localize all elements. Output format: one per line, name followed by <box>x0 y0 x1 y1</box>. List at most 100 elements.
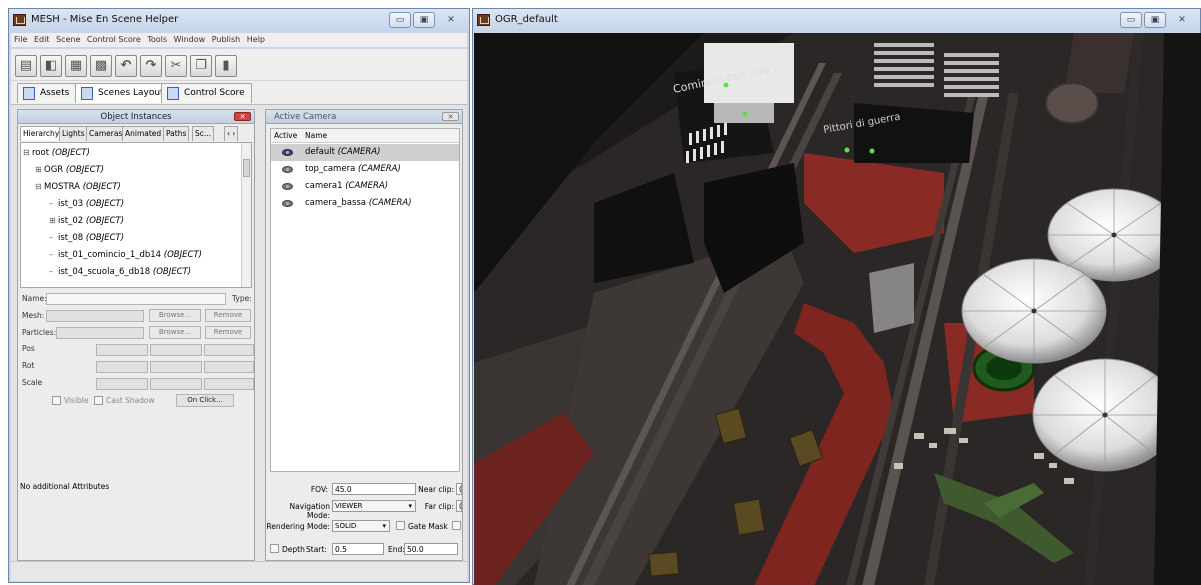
active-camera-panel: Active Camera ✕ Active Name default (CAM… <box>265 109 463 561</box>
name-field[interactable] <box>46 293 226 305</box>
particles-remove-button[interactable]: Remove <box>205 326 251 339</box>
3d-scene[interactable]: Comincio con loro Pittori di guerra <box>474 33 1201 585</box>
menu-publish[interactable]: Publish <box>212 35 241 44</box>
scale-z-field[interactable] <box>204 378 254 390</box>
gate-mask-checkbox[interactable] <box>396 521 405 530</box>
new-scene-button[interactable]: ▤ <box>15 55 37 77</box>
tree-node-ist-08[interactable]: – ist_08 (OBJECT) <box>49 229 124 246</box>
scale-x-field[interactable] <box>96 378 148 390</box>
rendering-mode-value: SOLID <box>335 522 357 530</box>
gate-mask-label: Gate Mask <box>408 522 448 531</box>
far-clip-input[interactable]: 0 <box>456 500 462 512</box>
on-click-button[interactable]: On Click... <box>176 394 234 407</box>
pos-z-field[interactable] <box>204 344 254 356</box>
mesh-field[interactable] <box>46 310 144 322</box>
subtab-paths[interactable]: Paths <box>163 126 190 141</box>
rendering-mode-select[interactable]: SOLID ▾ <box>332 520 390 532</box>
viewport-minimize-button[interactable]: ▭ <box>1120 12 1142 28</box>
near-clip-label: Near clip: <box>418 485 454 494</box>
tree-scrollbar[interactable] <box>241 143 251 287</box>
viewport-maximize-button[interactable]: ▣ <box>1144 12 1166 28</box>
depth-start-input[interactable]: 0.5 <box>332 543 384 555</box>
tree-node-mostra[interactable]: ⊟ MOSTRA (OBJECT) <box>35 178 121 195</box>
menu-scene[interactable]: Scene <box>56 35 80 44</box>
rendering-mode-label: Rendering Mode: <box>266 522 330 531</box>
close-button[interactable]: ✕ <box>437 12 465 28</box>
near-clip-input[interactable]: 0 <box>456 483 462 495</box>
menu-control-score[interactable]: Control Score <box>87 35 141 44</box>
column-name: Name <box>305 131 328 140</box>
camera-row-camera1[interactable]: camera1 (CAMERA) <box>271 178 459 195</box>
depth-end-input[interactable]: 50.0 <box>404 543 458 555</box>
close-panel-icon[interactable]: ✕ <box>234 112 251 121</box>
tab-assets[interactable]: Assets <box>17 83 77 103</box>
rot-x-field[interactable] <box>96 361 148 373</box>
camera-eye-icon[interactable] <box>282 166 293 173</box>
extra-checkbox[interactable] <box>452 521 461 530</box>
copy-button[interactable]: ❐ <box>190 55 212 77</box>
tab-control-score[interactable]: Control Score <box>161 83 252 103</box>
depth-checkbox[interactable] <box>270 544 279 553</box>
paste-button[interactable]: ▮ <box>215 55 237 77</box>
mesh-label: Mesh: <box>22 311 45 320</box>
tree-node-ist-04[interactable]: – ist_04_scuola_6_db18 (OBJECT) <box>49 263 191 280</box>
object-subtabs: Hierarchy Lights Cameras Animated Paths … <box>20 126 252 142</box>
save-as-button[interactable]: ▩ <box>90 55 112 77</box>
tree-node-ist-03[interactable]: – ist_03 (OBJECT) <box>49 195 124 212</box>
tree-node-ist-02[interactable]: ⊞ ist_02 (OBJECT) <box>49 212 124 229</box>
camera-active-eye-icon[interactable] <box>282 149 293 156</box>
fov-input[interactable]: 45.0 <box>332 483 416 495</box>
menu-file[interactable]: File <box>14 35 27 44</box>
tree-node-root[interactable]: ⊟ root (OBJECT) <box>23 144 90 161</box>
particles-field[interactable] <box>56 327 144 339</box>
tree-node-ist-01[interactable]: – ist_01_comincio_1_db14 (OBJECT) <box>49 246 202 263</box>
rot-z-field[interactable] <box>204 361 254 373</box>
menu-edit[interactable]: Edit <box>34 35 50 44</box>
subtab-scroll-arrows[interactable]: ‹ › <box>224 126 239 141</box>
camera-eye-icon[interactable] <box>282 200 293 207</box>
tree-scroll-thumb[interactable] <box>243 159 250 177</box>
object-instances-title: Object Instances ✕ <box>18 110 254 124</box>
camera-row-camera-bassa[interactable]: camera_bassa (CAMERA) <box>271 195 459 212</box>
3d-viewport[interactable]: Comincio con loro Pittori di guerra <box>474 33 1201 585</box>
rot-y-field[interactable] <box>150 361 202 373</box>
menu-tools[interactable]: Tools <box>147 35 167 44</box>
menu-bar: File Edit Scene Control Score Tools Wind… <box>11 33 467 47</box>
camera-row-top-camera[interactable]: top_camera (CAMERA) <box>271 161 459 178</box>
camera-eye-icon[interactable] <box>282 183 293 190</box>
undo-button[interactable]: ↶ <box>115 55 137 77</box>
maximize-button[interactable]: ▣ <box>413 12 435 28</box>
pos-label: Pos <box>22 344 35 353</box>
tab-control-score-label: Control Score <box>184 88 245 98</box>
cut-button[interactable]: ✂ <box>165 55 187 77</box>
visible-checkbox[interactable] <box>52 396 61 405</box>
mesh-window: MESH - Mise En Scene Helper ▭ ▣ ✕ File E… <box>8 8 470 583</box>
subtab-hierarchy[interactable]: Hierarchy <box>20 126 63 141</box>
subtab-animated[interactable]: Animated <box>122 126 165 141</box>
pos-y-field[interactable] <box>150 344 202 356</box>
redo-button[interactable]: ↷ <box>140 55 162 77</box>
mesh-remove-button[interactable]: Remove <box>205 309 251 322</box>
tree-node-ogr[interactable]: ⊞ OGR (OBJECT) <box>35 161 104 178</box>
subtab-lights[interactable]: Lights <box>59 126 88 141</box>
pos-x-field[interactable] <box>96 344 148 356</box>
active-camera-title: Active Camera ✕ <box>266 110 462 124</box>
open-scene-button[interactable]: ◧ <box>40 55 62 77</box>
status-bar <box>11 561 467 581</box>
save-button[interactable]: ▦ <box>65 55 87 77</box>
camera-table-header: Active Name <box>271 129 459 143</box>
close-camera-panel-icon[interactable]: ✕ <box>442 112 459 121</box>
viewport-close-button[interactable]: ✕ <box>1168 12 1196 28</box>
camera-row-default[interactable]: default (CAMERA) <box>271 144 459 161</box>
minimize-button[interactable]: ▭ <box>389 12 411 28</box>
particles-browse-button[interactable]: Browse... <box>149 326 201 339</box>
tab-scenes-layout[interactable]: Scenes Layout <box>75 83 171 103</box>
cast-shadow-checkbox[interactable] <box>94 396 103 405</box>
scale-y-field[interactable] <box>150 378 202 390</box>
menu-window[interactable]: Window <box>174 35 206 44</box>
subtab-cameras[interactable]: Cameras <box>86 126 126 141</box>
menu-help[interactable]: Help <box>247 35 265 44</box>
mesh-browse-button[interactable]: Browse... <box>149 309 201 322</box>
navigation-mode-select[interactable]: VIEWER ▾ <box>332 500 416 512</box>
subtab-sc[interactable]: Sc... <box>192 126 215 141</box>
